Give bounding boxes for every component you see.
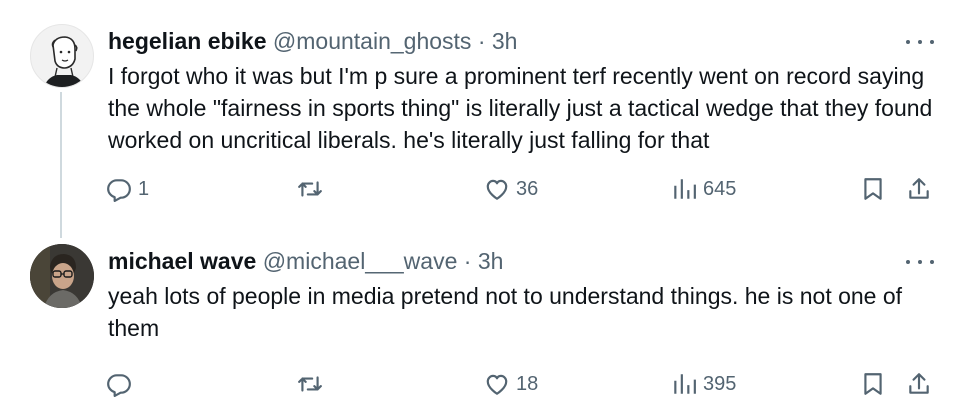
bookmark-button[interactable] xyxy=(860,366,886,402)
separator-dot: · xyxy=(463,248,472,274)
more-icon[interactable] xyxy=(906,32,934,52)
display-name[interactable]: hegelian ebike xyxy=(108,28,267,54)
display-name[interactable]: michael wave xyxy=(108,248,256,274)
retweet-button[interactable] xyxy=(297,171,323,207)
like-icon xyxy=(486,374,508,395)
retweet-icon xyxy=(298,376,322,392)
reply-button[interactable]: 1 xyxy=(106,171,149,207)
tweet-actions: 1 36 645 xyxy=(0,171,968,207)
reply-button[interactable] xyxy=(106,366,138,402)
reply-icon xyxy=(107,374,131,397)
share-button[interactable] xyxy=(906,366,932,402)
views-icon xyxy=(674,374,696,394)
avatar[interactable] xyxy=(30,244,94,308)
like-count: 36 xyxy=(516,177,539,200)
tweet-text: I forgot who it was but I'm p sure a pro… xyxy=(108,63,933,153)
timestamp[interactable]: 3h xyxy=(492,28,518,54)
separator-dot: · xyxy=(477,28,486,54)
tweet-actions: 18 395 xyxy=(0,366,968,402)
views-icon xyxy=(674,179,696,199)
reply-count: 1 xyxy=(138,177,150,200)
tweet[interactable]: hegelian ebike @mountain_ghosts · 3h I f… xyxy=(0,24,968,230)
view-count: 395 xyxy=(703,372,737,395)
like-count: 18 xyxy=(516,372,539,395)
like-button[interactable]: 18 xyxy=(484,366,538,402)
retweet-button[interactable] xyxy=(297,366,323,402)
bookmark-button[interactable] xyxy=(860,171,886,207)
avatar[interactable] xyxy=(30,24,94,88)
more-icon[interactable] xyxy=(906,252,934,272)
tweet-text: yeah lots of people in media pretend not… xyxy=(108,283,903,341)
view-count: 645 xyxy=(703,177,737,200)
share-button[interactable] xyxy=(906,171,932,207)
reply-icon xyxy=(107,179,131,202)
views-button[interactable]: 395 xyxy=(671,366,736,402)
tweet-header: michael wave @michael___wave · 3h xyxy=(108,247,503,275)
user-handle[interactable]: @michael___wave xyxy=(263,248,458,274)
views-button[interactable]: 645 xyxy=(671,171,736,207)
tweet-header: hegelian ebike @mountain_ghosts · 3h xyxy=(108,27,517,55)
share-icon xyxy=(909,373,929,394)
retweet-icon xyxy=(298,181,322,197)
user-handle[interactable]: @mountain_ghosts xyxy=(273,28,472,54)
like-button[interactable]: 36 xyxy=(484,171,538,207)
timestamp[interactable]: 3h xyxy=(478,248,504,274)
bookmark-icon xyxy=(864,178,882,200)
bookmark-icon xyxy=(864,373,882,395)
share-icon xyxy=(909,178,929,199)
like-icon xyxy=(486,179,508,200)
tweet[interactable]: michael wave @michael___wave · 3h yeah l… xyxy=(0,244,968,410)
